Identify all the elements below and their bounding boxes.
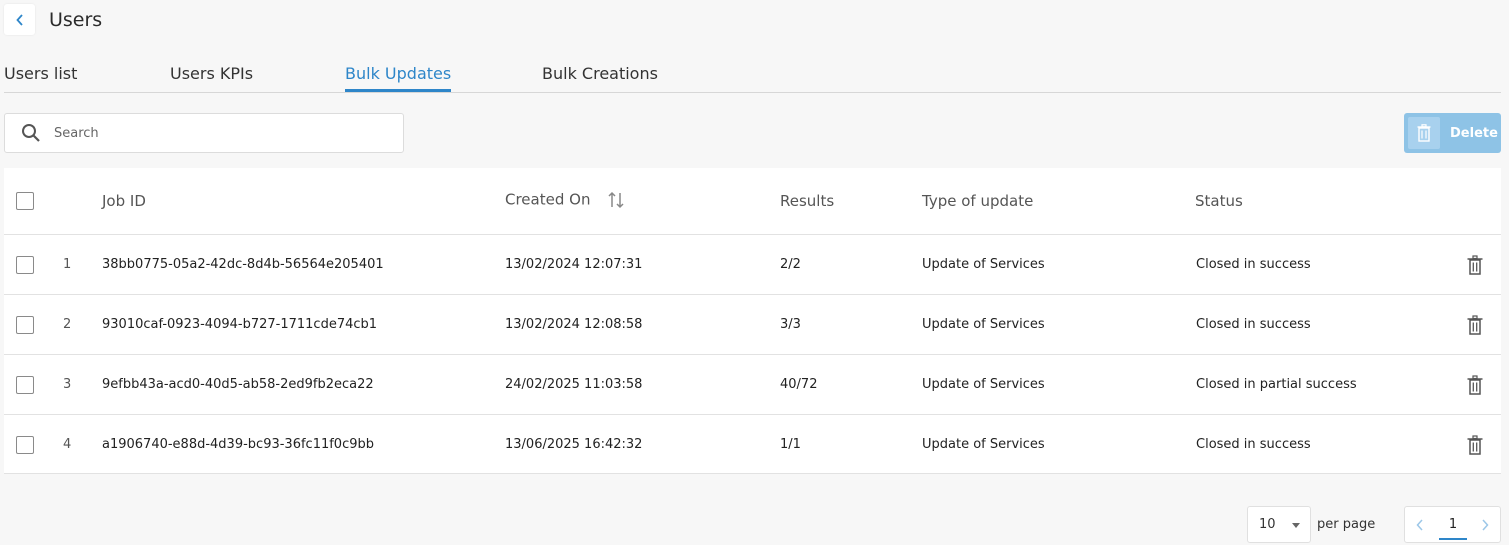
page-title: Users xyxy=(49,8,103,31)
column-header-job-id: Job ID xyxy=(102,192,146,210)
search-icon xyxy=(20,122,42,144)
row-checkbox[interactable] xyxy=(16,376,34,394)
search-box xyxy=(4,113,404,153)
table-row: 4 a1906740-e88d-4d39-bc93-36fc11f0c9bb 1… xyxy=(4,415,1501,474)
previous-page-button[interactable] xyxy=(1405,507,1435,542)
next-page-button[interactable] xyxy=(1470,507,1500,542)
created-on-cell: 13/06/2025 16:42:32 xyxy=(505,437,643,452)
trash-icon xyxy=(1408,117,1440,149)
row-number: 1 xyxy=(63,257,72,272)
chevron-left-icon xyxy=(15,13,23,26)
job-id-link[interactable]: a1906740-e88d-4d39-bc93-36fc11f0c9bb xyxy=(102,437,374,452)
type-cell: Update of Services xyxy=(922,257,1045,272)
trash-icon[interactable] xyxy=(1467,435,1483,455)
page-header: Users xyxy=(4,4,102,35)
tab-users-kpis[interactable]: Users KPIs xyxy=(170,64,253,89)
caret-down-icon xyxy=(1292,523,1300,528)
tab-bulk-updates[interactable]: Bulk Updates xyxy=(345,64,452,92)
trash-icon[interactable] xyxy=(1467,315,1483,335)
row-number: 3 xyxy=(63,377,72,392)
chevron-left-icon xyxy=(1416,518,1423,531)
row-number: 4 xyxy=(63,437,72,452)
table-row: 3 9efbb43a-acd0-40d5-ab58-2ed9fb2eca22 2… xyxy=(4,355,1501,415)
back-button[interactable] xyxy=(4,4,35,35)
results-cell: 1/1 xyxy=(780,437,801,452)
column-header-created-on[interactable]: Created On xyxy=(505,190,625,210)
results-cell: 3/3 xyxy=(780,317,801,332)
job-id-link[interactable]: 9efbb43a-acd0-40d5-ab58-2ed9fb2eca22 xyxy=(102,377,374,392)
created-on-cell: 24/02/2025 11:03:58 xyxy=(505,377,643,392)
results-cell: 2/2 xyxy=(780,257,801,272)
per-page-value: 10 xyxy=(1259,517,1276,532)
table-row: 1 38bb0775-05a2-42dc-8d4b-56564e205401 1… xyxy=(4,235,1501,295)
status-badge: Closed in partial success xyxy=(1196,377,1357,392)
per-page-label: per page xyxy=(1317,517,1376,532)
created-on-cell: 13/02/2024 12:08:58 xyxy=(505,317,643,332)
pagination: 1 xyxy=(1404,506,1501,543)
column-header-results: Results xyxy=(780,192,835,210)
tab-bulk-creations[interactable]: Bulk Creations xyxy=(542,64,658,89)
sort-icon[interactable] xyxy=(607,190,625,210)
delete-button[interactable]: Delete xyxy=(1404,113,1501,153)
status-badge: Closed in success xyxy=(1196,437,1311,452)
table-header-row: Job ID Created On Results Type of update… xyxy=(4,168,1501,235)
column-header-created-on-label: Created On xyxy=(505,190,591,209)
row-checkbox[interactable] xyxy=(16,436,34,454)
bulk-updates-table: Job ID Created On Results Type of update… xyxy=(4,168,1501,474)
tab-bar: Users list Users KPIs Bulk Updates Bulk … xyxy=(4,58,1501,93)
delete-button-label: Delete xyxy=(1450,125,1498,141)
type-cell: Update of Services xyxy=(922,377,1045,392)
tab-users-list[interactable]: Users list xyxy=(4,64,77,89)
column-header-status: Status xyxy=(1195,192,1243,210)
column-header-type: Type of update xyxy=(922,192,1034,210)
type-cell: Update of Services xyxy=(922,317,1045,332)
search-input[interactable] xyxy=(54,125,394,141)
status-badge: Closed in success xyxy=(1196,317,1311,332)
row-number: 2 xyxy=(63,317,72,332)
job-id-link[interactable]: 93010caf-0923-4094-b727-1711cde74cb1 xyxy=(102,317,377,332)
created-on-cell: 13/02/2024 12:07:31 xyxy=(505,257,643,272)
chevron-right-icon xyxy=(1482,518,1489,531)
per-page-select[interactable]: 10 xyxy=(1247,506,1311,543)
trash-icon[interactable] xyxy=(1467,375,1483,395)
trash-icon[interactable] xyxy=(1467,255,1483,275)
job-id-link[interactable]: 38bb0775-05a2-42dc-8d4b-56564e205401 xyxy=(102,257,384,272)
results-cell: 40/72 xyxy=(780,377,818,392)
status-badge: Closed in success xyxy=(1196,257,1311,272)
table-row: 2 93010caf-0923-4094-b727-1711cde74cb1 1… xyxy=(4,295,1501,355)
row-checkbox[interactable] xyxy=(16,256,34,274)
page-number-button[interactable]: 1 xyxy=(1437,507,1469,542)
type-cell: Update of Services xyxy=(922,437,1045,452)
row-checkbox[interactable] xyxy=(16,316,34,334)
select-all-checkbox[interactable] xyxy=(16,192,34,210)
